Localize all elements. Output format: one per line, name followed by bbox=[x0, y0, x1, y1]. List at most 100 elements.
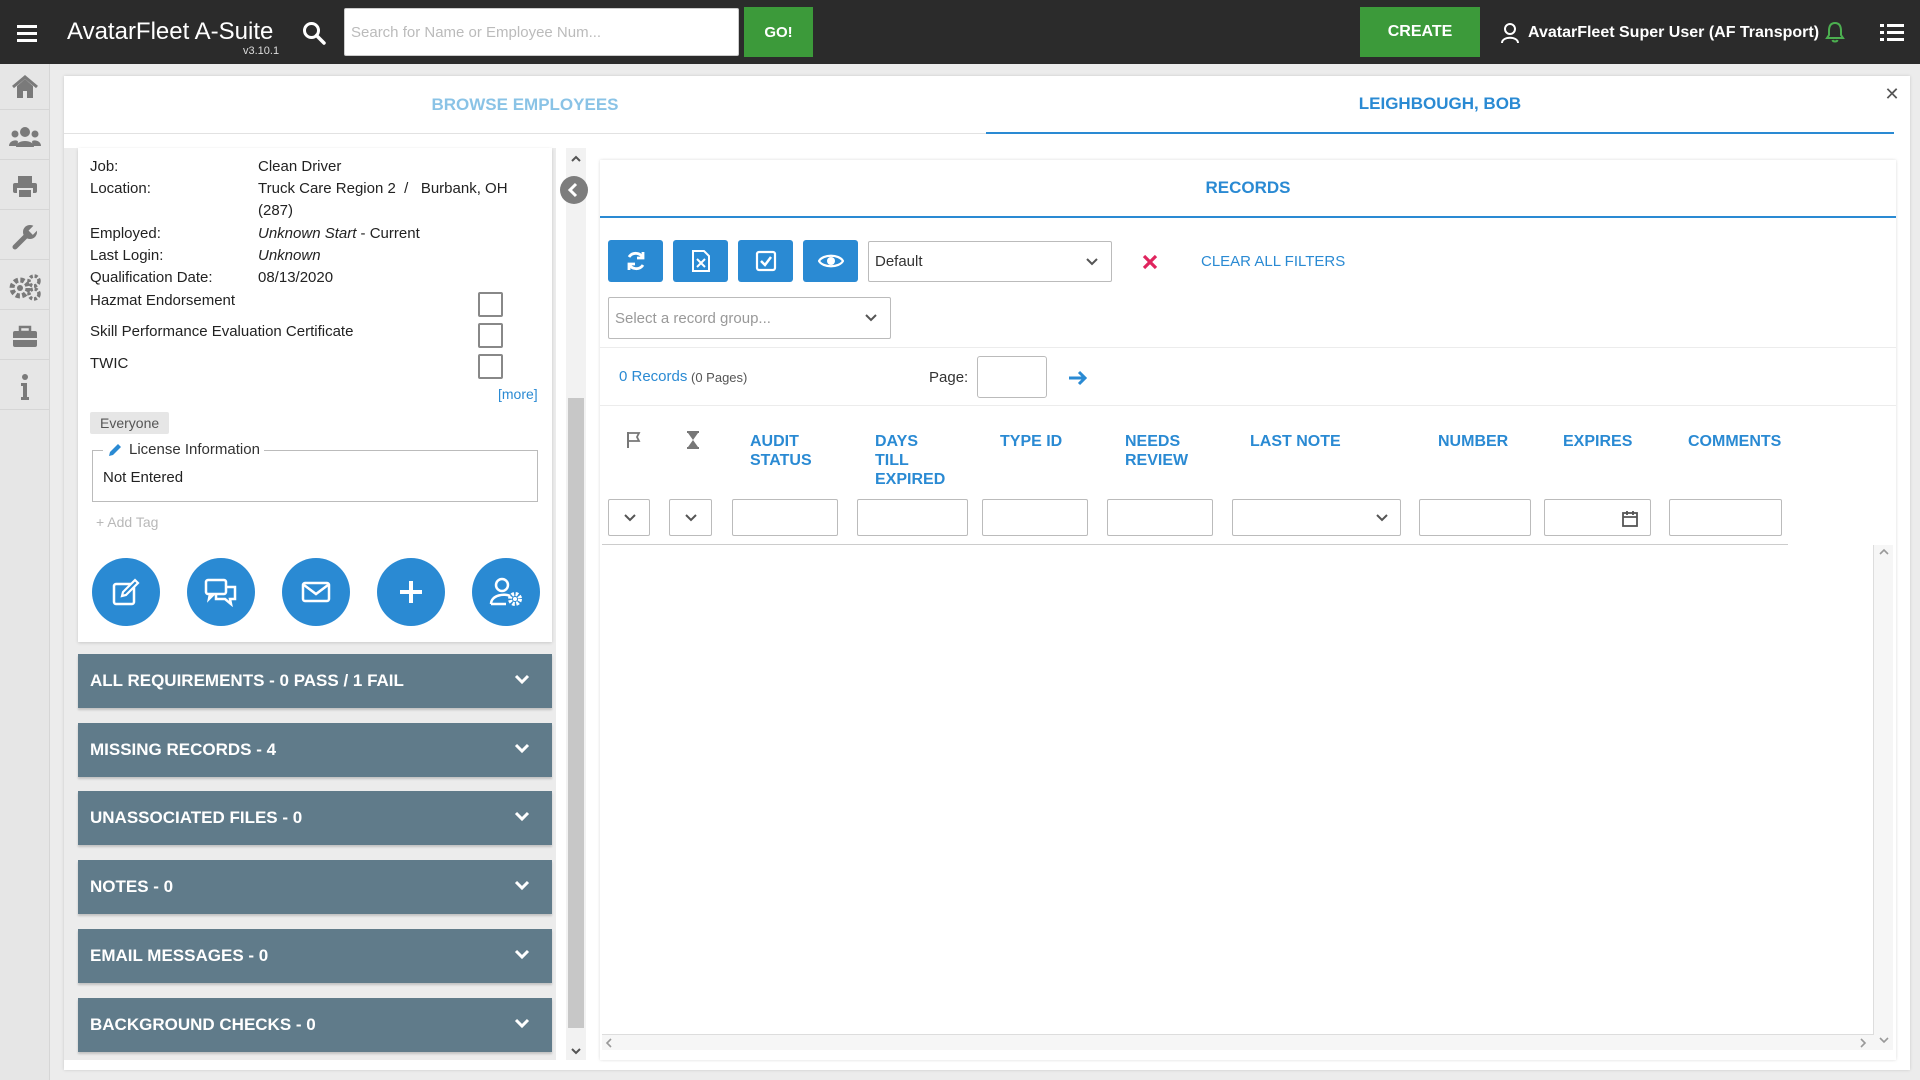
col-header-type-id[interactable]: TYPE ID bbox=[1000, 432, 1062, 451]
filter-hourglass-select[interactable] bbox=[669, 499, 712, 536]
page-label: Page: bbox=[929, 369, 969, 386]
add-tag-link[interactable]: + Add Tag bbox=[96, 514, 158, 530]
bell-icon[interactable] bbox=[1824, 20, 1846, 44]
chevron-down-icon bbox=[1376, 514, 1388, 522]
list-menu-icon[interactable] bbox=[1878, 20, 1906, 46]
more-link[interactable]: [more] bbox=[498, 386, 538, 402]
email-button[interactable] bbox=[282, 558, 350, 626]
accordion-missing-records[interactable]: MISSING RECORDS - 4 bbox=[78, 723, 552, 777]
scroll-right-arrow[interactable] bbox=[1856, 1035, 1870, 1051]
scroll-up-arrow[interactable] bbox=[566, 152, 586, 166]
edit-button[interactable] bbox=[92, 558, 160, 626]
scroll-thumb[interactable] bbox=[568, 398, 584, 1028]
accordion-notes[interactable]: NOTES - 0 bbox=[78, 860, 552, 914]
close-icon[interactable]: ✕ bbox=[1880, 82, 1904, 106]
clear-filters-icon[interactable] bbox=[1140, 252, 1160, 272]
col-header-line: NUMBER bbox=[1438, 433, 1509, 450]
add-button[interactable] bbox=[377, 558, 445, 626]
field-value: Clean Driver bbox=[258, 158, 342, 175]
group-tag[interactable]: Everyone bbox=[90, 412, 170, 434]
search-icon[interactable] bbox=[301, 20, 327, 46]
col-header-number[interactable]: NUMBER bbox=[1438, 432, 1508, 451]
app-brand[interactable]: AvatarFleet A-Suite bbox=[67, 18, 273, 46]
filter-needs-review[interactable] bbox=[1107, 499, 1213, 536]
create-button[interactable]: CREATE bbox=[1360, 7, 1480, 57]
record-count[interactable]: 0 Records bbox=[619, 368, 687, 385]
table-horizontal-scrollbar[interactable] bbox=[602, 1034, 1874, 1050]
cert-checkbox-skill-performance[interactable] bbox=[478, 323, 503, 348]
accordion-email-messages[interactable]: EMAIL MESSAGES - 0 bbox=[78, 929, 552, 983]
left-scrollbar[interactable] bbox=[566, 148, 586, 1060]
filter-comments[interactable] bbox=[1669, 499, 1782, 536]
arrow-right-icon[interactable] bbox=[1066, 366, 1090, 390]
gears-icon[interactable] bbox=[0, 264, 50, 310]
page-input[interactable] bbox=[977, 356, 1047, 398]
col-header-line: TILL bbox=[875, 452, 909, 469]
license-info-box: License Information Not Entered bbox=[92, 441, 538, 502]
go-button[interactable]: GO! bbox=[744, 7, 813, 57]
filter-last-note-select[interactable] bbox=[1232, 499, 1401, 536]
refresh-button[interactable] bbox=[608, 240, 663, 282]
cert-label-twic: TWIC bbox=[90, 355, 129, 372]
calendar-icon[interactable] bbox=[1621, 510, 1639, 528]
print-icon[interactable] bbox=[0, 164, 50, 210]
accordion-background-checks[interactable]: BACKGROUND CHECKS - 0 bbox=[78, 998, 552, 1052]
home-icon[interactable] bbox=[0, 64, 50, 110]
col-header-last-note[interactable]: LAST NOTE bbox=[1250, 432, 1341, 451]
clear-all-filters-link[interactable]: CLEAR ALL FILTERS bbox=[1201, 253, 1345, 270]
view-button[interactable] bbox=[803, 240, 858, 282]
field-label: Employed: bbox=[90, 225, 161, 242]
user-icon bbox=[1501, 23, 1519, 44]
col-header-line: STATUS bbox=[750, 452, 812, 469]
filter-days-till-expired[interactable] bbox=[857, 499, 968, 536]
tab-records[interactable]: RECORDS bbox=[600, 160, 1896, 218]
accordion-all-requirements[interactable]: ALL REQUIREMENTS - 0 PASS / 1 FAIL bbox=[78, 654, 552, 708]
export-excel-button[interactable] bbox=[673, 240, 728, 282]
search-input[interactable] bbox=[344, 8, 739, 56]
cert-checkbox-hazmat[interactable] bbox=[478, 292, 503, 317]
accordion-label: UNASSOCIATED FILES - 0 bbox=[90, 808, 303, 827]
scroll-left-arrow[interactable] bbox=[602, 1035, 616, 1051]
select-all-button[interactable] bbox=[738, 240, 793, 282]
chevron-down-icon bbox=[514, 743, 530, 754]
flag-icon[interactable] bbox=[624, 430, 644, 450]
info-icon[interactable] bbox=[0, 364, 50, 410]
filter-audit-status[interactable] bbox=[732, 499, 838, 536]
filter-expires-date[interactable] bbox=[1544, 499, 1651, 536]
col-header-needs-review[interactable]: NEEDS REVIEW bbox=[1125, 432, 1188, 470]
pager-row bbox=[600, 352, 1896, 406]
col-header-expires[interactable]: EXPIRES bbox=[1563, 432, 1632, 451]
view-select[interactable]: Default bbox=[868, 241, 1112, 282]
scroll-down-arrow[interactable] bbox=[1874, 1033, 1894, 1047]
edit-icon bbox=[112, 578, 140, 606]
user-settings-button[interactable] bbox=[472, 558, 540, 626]
cert-checkbox-twic[interactable] bbox=[478, 354, 503, 379]
user-menu[interactable]: AvatarFleet Super User (AF Transport) bbox=[1500, 18, 1819, 48]
cert-label-skill-performance: Skill Performance Evaluation Certificate bbox=[90, 323, 354, 340]
filter-type-id[interactable] bbox=[982, 499, 1088, 536]
hourglass-icon[interactable] bbox=[683, 430, 703, 450]
record-group-select[interactable]: Select a record group... bbox=[608, 297, 891, 339]
col-header-audit-status[interactable]: AUDIT STATUS bbox=[750, 432, 812, 470]
license-title: License Information bbox=[103, 441, 264, 458]
users-icon[interactable] bbox=[0, 114, 50, 160]
scroll-down-arrow[interactable] bbox=[566, 1044, 586, 1058]
filter-number[interactable] bbox=[1419, 499, 1531, 536]
hamburger-menu-icon[interactable] bbox=[12, 18, 42, 48]
tab-employee-detail[interactable]: LEIGHBOUGH, BOB bbox=[986, 76, 1894, 134]
col-header-comments[interactable]: COMMENTS bbox=[1688, 432, 1781, 451]
cert-label-hazmat: Hazmat Endorsement bbox=[90, 292, 236, 309]
scroll-up-arrow[interactable] bbox=[1874, 545, 1894, 559]
wrench-icon[interactable] bbox=[0, 214, 50, 260]
briefcase-icon[interactable] bbox=[0, 314, 50, 360]
pencil-icon[interactable] bbox=[107, 442, 123, 458]
table-vertical-scrollbar[interactable] bbox=[1873, 545, 1893, 1050]
tab-browse-employees[interactable]: BROWSE EMPLOYEES bbox=[64, 76, 986, 134]
filter-flag-select[interactable] bbox=[608, 499, 650, 536]
collapse-panel-button[interactable] bbox=[560, 176, 588, 204]
field-label: Location: bbox=[90, 180, 151, 197]
accordion-unassociated-files[interactable]: UNASSOCIATED FILES - 0 bbox=[78, 791, 552, 845]
chat-button[interactable] bbox=[187, 558, 255, 626]
records-table-body bbox=[602, 545, 1874, 1033]
col-header-days-till-expired[interactable]: DAYS TILL EXPIRED bbox=[875, 432, 945, 489]
